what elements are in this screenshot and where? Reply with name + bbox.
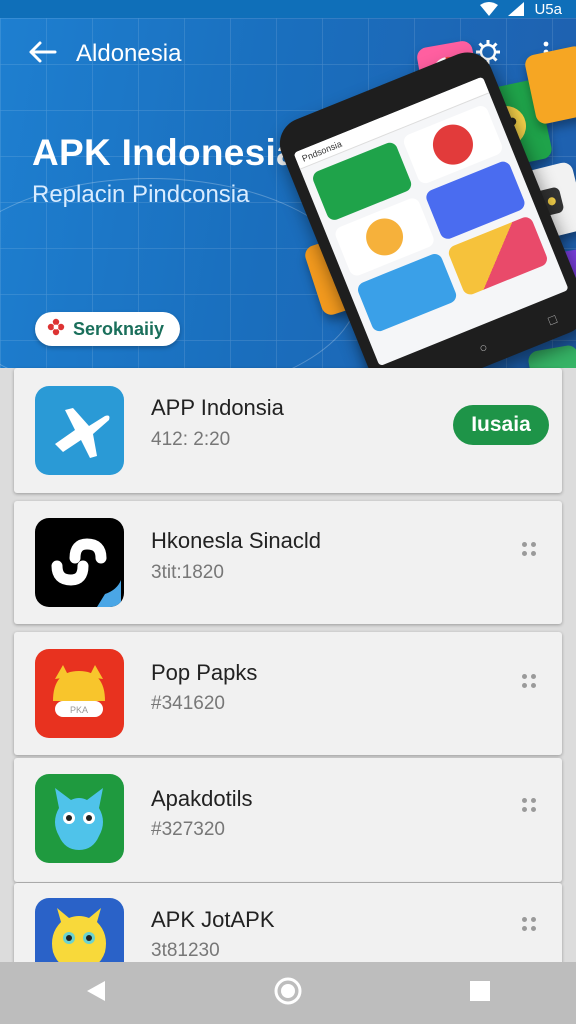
circle-home-icon xyxy=(273,976,303,1011)
signal-icon xyxy=(508,2,525,16)
list-item[interactable]: Hkonesla Sinacld 3tit:1820 xyxy=(14,501,562,624)
wifi-icon xyxy=(480,2,499,16)
hero-banner: Aldonesia APK Indonesia Replacin Pindcon… xyxy=(0,18,576,368)
swirl-logo-icon xyxy=(35,518,124,607)
app-meta: #327320 xyxy=(151,819,225,840)
airplane-icon xyxy=(35,386,124,475)
list-item[interactable]: Apakdotils #327320 xyxy=(14,758,562,882)
status-bar: U5a xyxy=(0,0,576,18)
phone-recent-icon: □ xyxy=(545,311,559,329)
app-meta: 3t81230 xyxy=(151,940,220,961)
phone-home-icon: ○ xyxy=(476,339,490,356)
back-button[interactable] xyxy=(20,32,64,76)
app-name: APP Indonsia xyxy=(151,395,284,420)
install-button[interactable]: Iusaia xyxy=(453,405,549,445)
flower-logo-icon xyxy=(47,318,65,341)
svg-text:PKA: PKA xyxy=(70,705,88,715)
triangle-back-icon xyxy=(85,979,107,1008)
drag-handle-button[interactable] xyxy=(516,668,542,694)
app-bar-title: Aldonesia xyxy=(76,40,182,67)
square-recents-icon xyxy=(469,980,491,1007)
app-meta: 412: 2:20 xyxy=(151,429,231,450)
list-item[interactable]: APP Indonsia 412: 2:20 Iusaia xyxy=(14,368,562,493)
app-name: Hkonesla Sinacld xyxy=(151,528,321,553)
hero-chip-label: Seroknaiiy xyxy=(73,318,165,339)
arrow-left-icon xyxy=(27,40,57,69)
nav-recents-button[interactable] xyxy=(450,963,510,1023)
app-name: Pop Papks xyxy=(151,660,258,685)
hero-category-chip[interactable]: Seroknaiiy xyxy=(35,312,181,346)
nav-back-button[interactable] xyxy=(66,963,126,1023)
nav-home-button[interactable] xyxy=(258,963,318,1023)
drag-handle-button[interactable] xyxy=(516,536,542,562)
drag-handle-button[interactable] xyxy=(516,792,542,818)
list-item[interactable]: PKA Pop Papks #341620 xyxy=(14,632,562,755)
cat-face-icon: PKA xyxy=(35,649,124,738)
carrier-text: U5a xyxy=(534,0,562,18)
blue-cat-icon xyxy=(35,774,124,863)
drag-handle-button[interactable] xyxy=(516,911,542,937)
app-name: Apakdotils xyxy=(151,786,253,811)
hero-title: APK Indonesia xyxy=(32,132,297,173)
app-name: APK JotAPK xyxy=(151,907,275,932)
app-meta: 3tit:1820 xyxy=(151,562,224,583)
hero-subtitle: Replacin Pindconsia xyxy=(32,181,250,208)
system-nav-bar xyxy=(0,962,576,1024)
app-meta: #341620 xyxy=(151,693,225,714)
